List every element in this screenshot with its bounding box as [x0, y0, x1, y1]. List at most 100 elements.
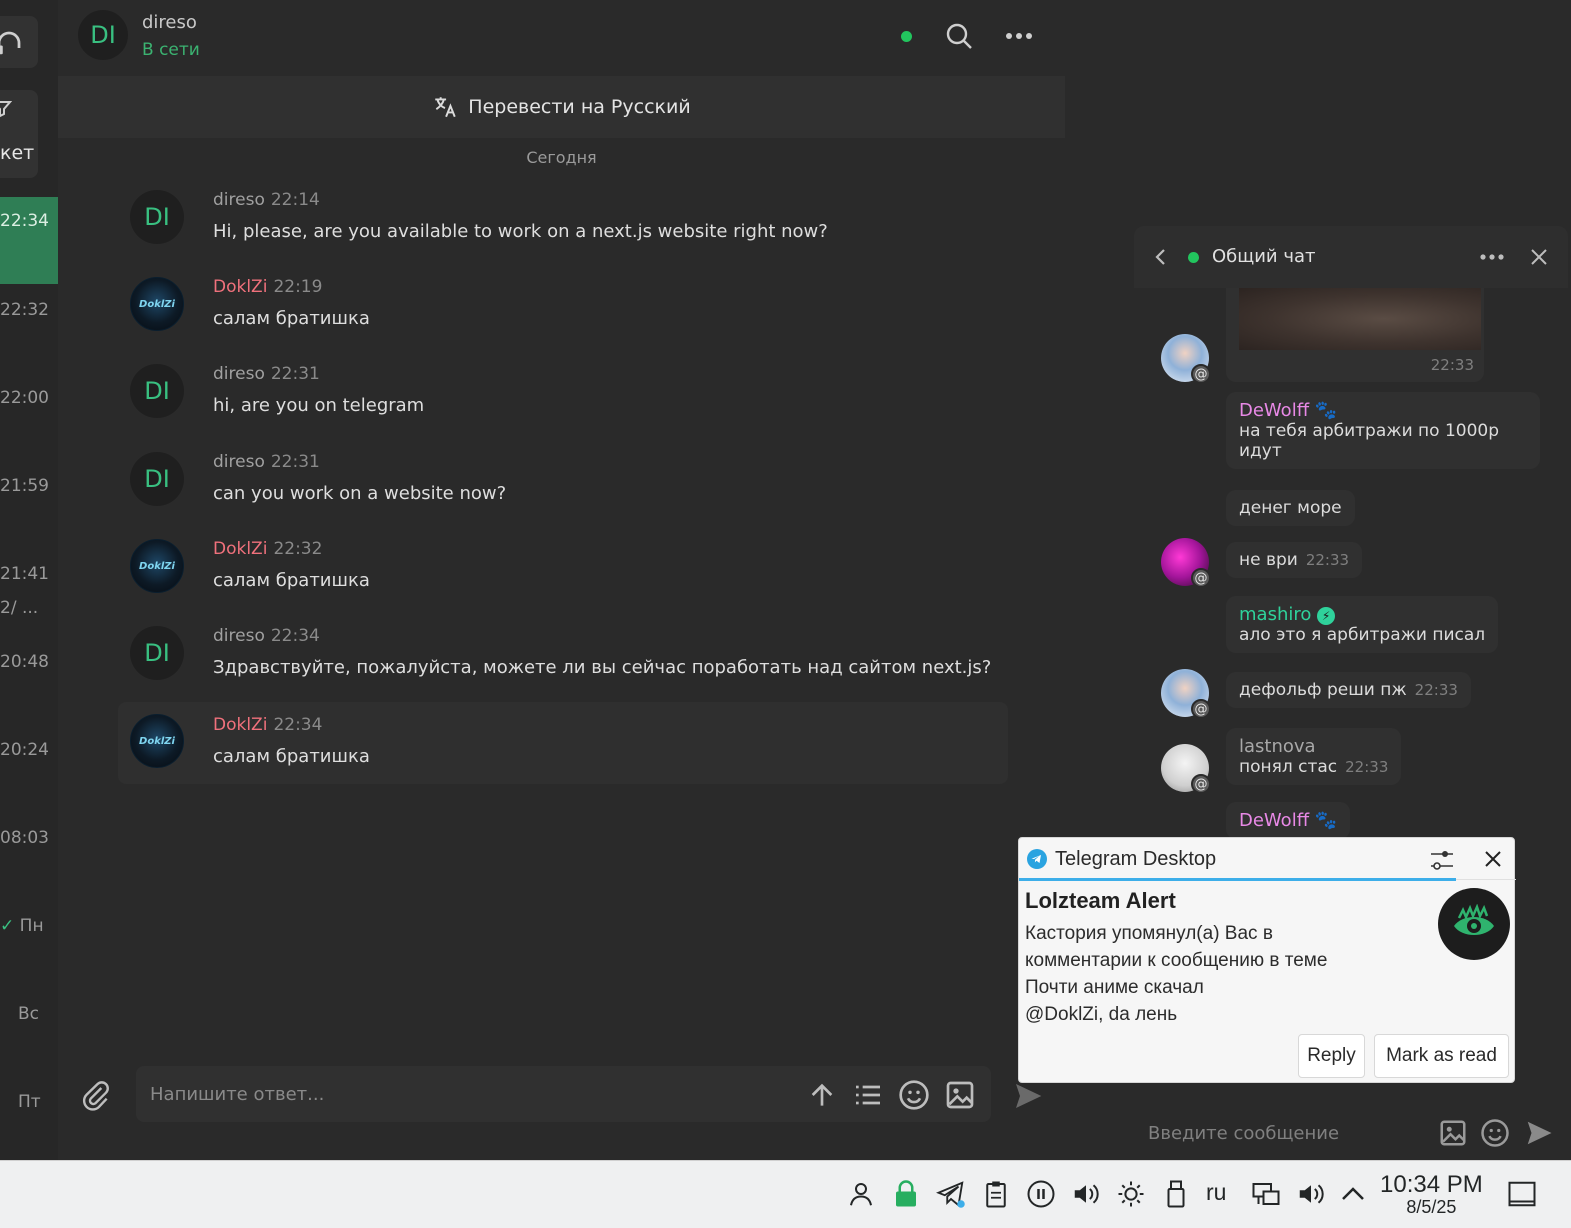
chat-time[interactable]: Вс [18, 1004, 39, 1024]
emoji-icon[interactable] [898, 1079, 930, 1111]
user-avatar[interactable]: @ [1161, 669, 1211, 719]
lock-icon[interactable] [891, 1179, 921, 1209]
avatar[interactable]: DI [130, 364, 184, 418]
arrow-up-icon[interactable] [806, 1079, 838, 1111]
message-bubble[interactable]: не ври 22:33 [1226, 542, 1363, 578]
mark-as-read-button[interactable]: Mark as read [1374, 1034, 1509, 1078]
emoji-icon[interactable] [1480, 1118, 1510, 1148]
send-icon[interactable] [1524, 1118, 1554, 1148]
usb-drive-icon[interactable] [1161, 1179, 1191, 1209]
side-chat-title[interactable]: Общий чат [1212, 246, 1316, 267]
message-time: 22:31 [270, 364, 320, 384]
chat-time[interactable]: ✓ Пн [0, 916, 44, 936]
close-icon[interactable] [1528, 246, 1550, 268]
chat-list-item-active[interactable]: 22:34 [0, 197, 58, 284]
chat-time[interactable]: 22:00 [0, 388, 49, 408]
message-bubble[interactable]: mashiro ⚡ ало это я арбитражи писал [1226, 596, 1499, 653]
back-icon[interactable] [1152, 246, 1170, 268]
avatar[interactable]: DoklZi [130, 277, 184, 331]
more-icon[interactable] [1478, 246, 1508, 268]
message-author[interactable]: DeWolff 🐾 [1239, 400, 1527, 421]
filter-button[interactable] [0, 90, 38, 178]
pause-icon[interactable] [1026, 1179, 1056, 1209]
chat-title[interactable]: direso [142, 12, 197, 33]
filter-icon [0, 101, 12, 118]
search-icon[interactable] [943, 20, 975, 52]
message-bubble[interactable]: lastnova понял стас 22:33 [1226, 728, 1402, 785]
notification-popup[interactable]: Telegram Desktop Lolzteam Alert Кастория… [1018, 837, 1516, 1083]
message-author[interactable]: lastnova [1239, 736, 1388, 757]
chat-time[interactable]: Пт [18, 1092, 41, 1112]
headphones-button[interactable] [0, 16, 38, 68]
chat-time[interactable]: 20:24 [0, 740, 49, 760]
message-bubble[interactable]: дефольф реши пж 22:33 [1226, 672, 1471, 708]
message-bubble[interactable]: DeWolff 🐾 [1226, 802, 1351, 839]
message-author[interactable]: direso [213, 452, 265, 472]
telegram-tray-icon[interactable] [936, 1179, 966, 1209]
message-author[interactable]: DoklZi [213, 277, 267, 297]
avatar[interactable]: DI [130, 190, 184, 244]
image-icon[interactable] [944, 1079, 976, 1111]
image-message[interactable]: 22:33 [1226, 288, 1484, 382]
message-author[interactable]: direso [213, 364, 265, 384]
chat-time[interactable]: 22:32 [0, 300, 49, 320]
send-icon[interactable] [1012, 1080, 1044, 1112]
avatar[interactable]: DoklZi [130, 714, 184, 768]
volume-icon[interactable] [1071, 1179, 1101, 1209]
clock[interactable]: 10:34 PM 8/5/25 [1380, 1171, 1483, 1218]
show-desktop-icon[interactable] [1507, 1179, 1537, 1209]
message-bubble[interactable]: денег море [1226, 490, 1355, 526]
chat-time[interactable]: 20:48 [0, 652, 49, 672]
reply-input[interactable] [150, 1078, 770, 1110]
close-icon[interactable] [1483, 849, 1503, 869]
image-icon[interactable] [1438, 1118, 1468, 1148]
brightness-icon[interactable] [1116, 1179, 1146, 1209]
user-avatar[interactable]: @ [1161, 334, 1211, 384]
chat-time[interactable]: 21:41 [0, 564, 49, 584]
user-avatar[interactable]: @ [1161, 538, 1211, 588]
message[interactable]: DI direso 22:31 can you work on a website… [118, 448, 1008, 528]
mention-badge: @ [1191, 568, 1211, 588]
message-author[interactable]: DoklZi [213, 715, 267, 735]
network-icon[interactable] [1251, 1179, 1281, 1209]
user-avatar[interactable]: @ [1161, 744, 1211, 794]
message-bubble[interactable]: DeWolff 🐾 на тебя арбитражи по 1000р иду… [1226, 392, 1540, 469]
clipboard-icon[interactable] [981, 1179, 1011, 1209]
message-author[interactable]: direso [213, 626, 265, 646]
translate-bar[interactable]: Перевести на Русский [58, 76, 1065, 138]
chevron-up-icon[interactable] [1338, 1179, 1368, 1209]
message-author[interactable]: mashiro ⚡ [1239, 604, 1485, 625]
online-indicator [1188, 252, 1199, 263]
volume-icon[interactable] [1296, 1179, 1326, 1209]
notification-line: Почти аниме скачал [1025, 977, 1204, 998]
side-message-input[interactable] [1148, 1118, 1428, 1148]
avatar[interactable]: DI [130, 626, 184, 680]
message-author[interactable]: DoklZi [213, 539, 267, 559]
reply-button[interactable]: Reply [1298, 1034, 1365, 1078]
avatar[interactable]: DoklZi [130, 539, 184, 593]
chat-time[interactable]: 21:59 [0, 476, 49, 496]
message[interactable]: DoklZi DoklZi 22:32 салам братишка [118, 535, 1008, 615]
message-text: can you work on a website now? [213, 483, 507, 504]
chat-time[interactable]: 08:03 [0, 828, 49, 848]
settings-slider-icon[interactable] [1427, 846, 1457, 874]
chat-time: 22:34 [0, 211, 49, 231]
message[interactable]: DoklZi DoklZi 22:19 салам братишка [118, 273, 1008, 353]
more-icon[interactable] [1003, 20, 1035, 52]
keyboard-layout[interactable]: ru [1206, 1179, 1226, 1206]
message[interactable]: DoklZi DoklZi 22:34 салам братишка [118, 702, 1008, 784]
mention-badge: @ [1191, 699, 1211, 719]
list-icon[interactable] [852, 1079, 884, 1111]
avatar[interactable]: DI [78, 10, 128, 60]
message-author[interactable]: direso [213, 190, 265, 210]
message[interactable]: DI direso 22:14 Hi, please, are you avail… [118, 186, 1008, 266]
translate-icon [435, 97, 456, 118]
avatar[interactable]: DI [130, 452, 184, 506]
cat-image[interactable] [1239, 288, 1481, 350]
message-author[interactable]: DeWolff 🐾 [1239, 810, 1337, 831]
user-icon[interactable] [846, 1179, 876, 1209]
message[interactable]: DI direso 22:31 hi, are you on telegram [118, 360, 1008, 440]
attach-icon[interactable] [80, 1080, 112, 1112]
message-text: hi, are you on telegram [213, 395, 425, 416]
message[interactable]: DI direso 22:34 Здравствуйте, пожалуйста,… [118, 622, 1008, 702]
